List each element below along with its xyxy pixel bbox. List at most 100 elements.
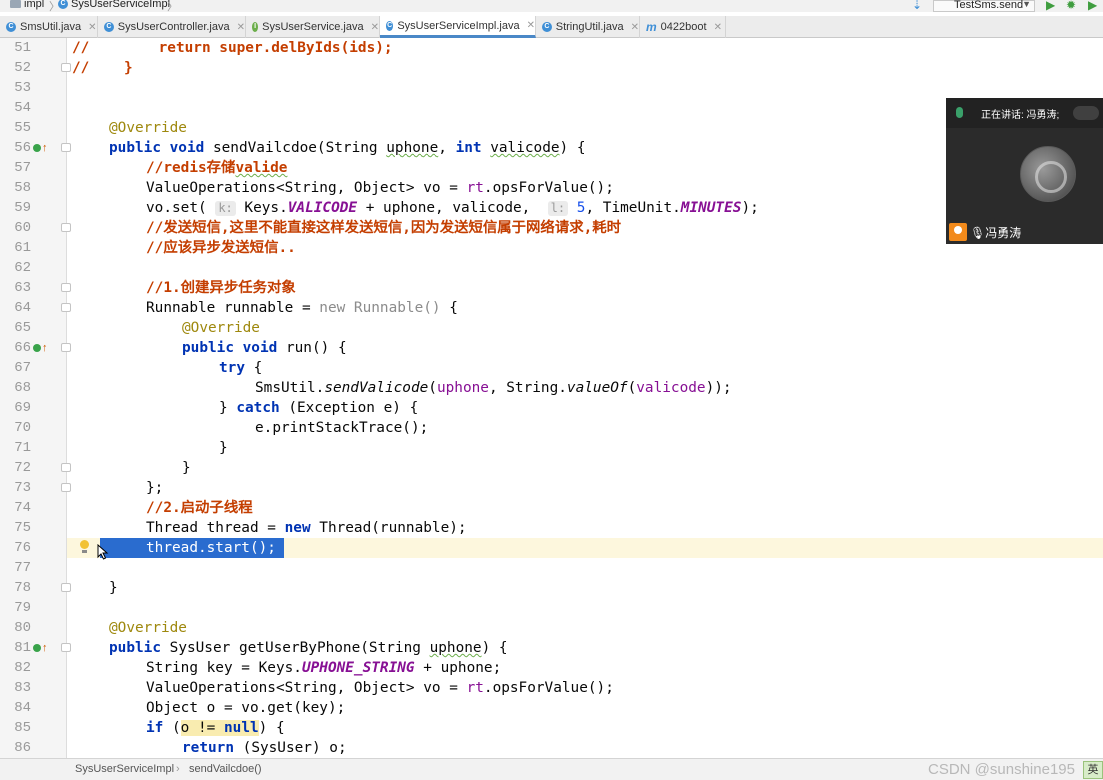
line-number: 66	[14, 340, 31, 356]
breadcrumb-item-impl[interactable]: impl	[10, 0, 44, 10]
line-number: 64	[14, 300, 31, 316]
fold-marker-icon[interactable]	[61, 483, 71, 492]
avatar	[1020, 146, 1076, 202]
code-line-71: }	[219, 440, 228, 456]
code-line-85: if (o != null) {	[146, 720, 285, 736]
line-number: 86	[14, 740, 31, 756]
run-icon[interactable]: ▶	[1046, 0, 1055, 12]
status-bar: SysUserServiceImpl › sendVailcdoe() CSDN…	[0, 758, 1103, 780]
code-line-58: ValueOperations<String, Object> vo = rt.…	[146, 180, 614, 196]
tab-0422boot[interactable]: m 0422boot ✕	[640, 16, 726, 38]
line-number: 54	[14, 100, 31, 116]
implements-method-icon[interactable]: ↑	[33, 641, 49, 655]
tab-stringutil[interactable]: C StringUtil.java ✕	[536, 16, 640, 38]
close-icon[interactable]: ✕	[527, 20, 535, 31]
code-line-57: //redis存储valide	[146, 160, 288, 176]
breadcrumb-class[interactable]: SysUserServiceImpl	[75, 763, 174, 775]
line-number: 63	[14, 280, 31, 296]
line-number: 78	[14, 580, 31, 596]
fold-marker-icon[interactable]	[61, 143, 71, 152]
fold-marker-icon[interactable]	[61, 223, 71, 232]
inlay-hint: l:	[547, 201, 569, 216]
tab-sysusercontroller[interactable]: C SysUserController.java ✕	[98, 16, 246, 38]
code-line-56: public void sendVailcdoe(String uphone, …	[109, 140, 586, 156]
code-line-80: @Override	[109, 620, 187, 636]
watermark: CSDN @sunshine195	[928, 761, 1075, 778]
tab-sysuserservice[interactable]: I SysUserService.java ✕	[246, 16, 380, 38]
code-line-74: //2.启动子线程	[146, 500, 253, 516]
fold-marker-icon[interactable]	[61, 63, 71, 72]
speaker-bar: 🎙冯勇涛	[946, 220, 1103, 244]
fold-marker-icon[interactable]	[61, 583, 71, 592]
line-number: 77	[14, 560, 31, 576]
class-icon: C	[542, 22, 552, 32]
mouse-cursor-icon	[97, 544, 109, 560]
code-line-69: } catch (Exception e) {	[219, 400, 419, 416]
line-number: 85	[14, 720, 31, 736]
code-line-81: public SysUser getUserByPhone(String uph…	[109, 640, 508, 656]
fold-marker-icon[interactable]	[61, 643, 71, 652]
line-number: 59	[14, 200, 31, 216]
navigation-bar: impl 〉 C SysUserServiceImpl 〉 ⇣ TestSms.…	[0, 0, 1103, 13]
line-number: 82	[14, 660, 31, 676]
code-line-84: Object o = vo.get(key);	[146, 700, 346, 716]
code-line-52: // }	[72, 60, 133, 76]
implements-method-icon[interactable]: ↑	[33, 341, 49, 355]
ime-indicator[interactable]: 英	[1083, 761, 1103, 779]
video-call-overlay[interactable]: 正在讲话: 冯勇涛; 🎙冯勇涛	[946, 98, 1103, 244]
folder-icon	[10, 0, 21, 8]
line-number: 80	[14, 620, 31, 636]
code-line-76: thread.start();	[146, 540, 276, 556]
line-number: 67	[14, 360, 31, 376]
line-number: 53	[14, 80, 31, 96]
line-number: 83	[14, 680, 31, 696]
breadcrumb-item-class[interactable]: C SysUserServiceImpl	[58, 0, 170, 10]
line-number: 79	[14, 600, 31, 616]
code-line-66: public void run() {	[182, 340, 347, 356]
fold-marker-icon[interactable]	[61, 343, 71, 352]
tab-sysuserserviceimpl[interactable]: C SysUserServiceImpl.java ✕	[380, 16, 536, 38]
code-line-63: //1.创建异步任务对象	[146, 280, 296, 296]
drag-handle-icon[interactable]	[1073, 106, 1099, 120]
implements-method-icon[interactable]: ↑	[33, 141, 49, 155]
code-editor[interactable]: 51 52 53 54 55 56 57 58 59 60 61 62 63 64 65 66 67 68 69 70…	[0, 38, 1103, 758]
chevron-down-icon: ▼	[1022, 0, 1031, 9]
close-icon[interactable]: ✕	[88, 22, 96, 33]
tab-smsutil[interactable]: C SmsUtil.java ✕	[0, 16, 98, 38]
line-number: 73	[14, 480, 31, 496]
close-icon[interactable]: ✕	[237, 22, 245, 33]
close-icon[interactable]: ✕	[714, 22, 722, 33]
code-line-59: vo.set( k: Keys.VALICODE + uphone, valic…	[146, 200, 759, 216]
fold-marker-icon[interactable]	[61, 283, 71, 292]
line-number: 71	[14, 440, 31, 456]
code-line-67: try {	[219, 360, 263, 376]
editor-tab-bar: C SmsUtil.java ✕ C SysUserController.jav…	[0, 16, 1103, 38]
line-number: 72	[14, 460, 31, 476]
line-number: 52	[14, 60, 31, 76]
class-icon: C	[6, 22, 16, 32]
fold-marker-icon[interactable]	[61, 303, 71, 312]
code-line-83: ValueOperations<String, Object> vo = rt.…	[146, 680, 614, 696]
run-configuration-select[interactable]: TestSms.send ▼	[933, 0, 1035, 12]
line-number: 61	[14, 240, 31, 256]
line-number: 65	[14, 320, 31, 336]
fold-marker-icon[interactable]	[61, 463, 71, 472]
line-number: 51	[14, 40, 31, 56]
debug-icon[interactable]: ✹	[1066, 0, 1076, 12]
lightbulb-icon[interactable]	[79, 540, 89, 554]
line-number: 55	[14, 120, 31, 136]
user-icon	[949, 223, 967, 241]
close-icon[interactable]: ✕	[631, 22, 639, 33]
run-coverage-icon[interactable]: ▶	[1088, 0, 1097, 12]
breadcrumb-separator: 〉	[167, 1, 178, 13]
interface-icon: I	[252, 22, 259, 32]
inlay-hint: k:	[215, 201, 236, 216]
code-line-82: String key = Keys.UPHONE_STRING + uphone…	[146, 660, 502, 676]
code-line-61: //应该异步发送短信..	[146, 240, 296, 256]
line-number: 74	[14, 500, 31, 516]
breadcrumb-method[interactable]: sendVailcdoe()	[189, 763, 262, 775]
vcs-update-icon[interactable]: ⇣	[912, 0, 922, 12]
video-call-header: 正在讲话: 冯勇涛;	[946, 98, 1103, 128]
line-number: 56	[14, 140, 31, 156]
close-icon[interactable]: ✕	[371, 22, 379, 33]
